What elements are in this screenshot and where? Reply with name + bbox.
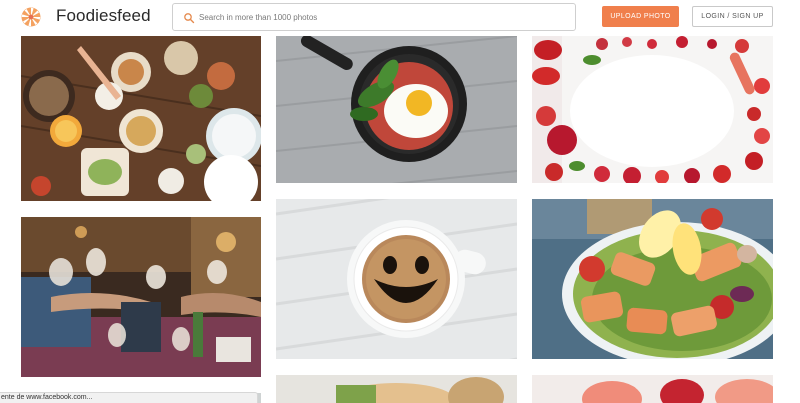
photo-tile-salmon-salad[interactable]	[532, 199, 773, 359]
logo-icon[interactable]	[21, 7, 41, 27]
salmon-salad-photo	[532, 199, 773, 359]
browser-status-bar: ente de www.facebook.com...	[0, 392, 258, 403]
search-input[interactable]	[199, 8, 569, 26]
login-signup-button[interactable]: LOGIN / SIGN UP	[692, 6, 773, 27]
dining-table-photo	[21, 36, 261, 201]
photo-tile-partial-grapefruit[interactable]	[532, 375, 773, 403]
photo-tile-skillet-egg[interactable]	[276, 36, 517, 183]
search-box[interactable]	[172, 3, 576, 31]
grapefruit-photo	[532, 375, 773, 403]
berry-frame-photo	[532, 36, 773, 183]
top-header: Foodiesfeed UPLOAD PHOTO LOGIN / SIGN UP	[0, 0, 800, 36]
smiling-coffee-photo	[276, 199, 517, 359]
photo-tile-wine-toast[interactable]	[21, 217, 261, 377]
photo-tile-partial-bread[interactable]	[276, 375, 517, 403]
photo-tile-dining-table[interactable]	[21, 36, 261, 201]
photo-tile-smiling-coffee[interactable]	[276, 199, 517, 359]
search-icon	[183, 11, 195, 24]
skillet-egg-photo	[276, 36, 517, 183]
upload-photo-button[interactable]: UPLOAD PHOTO	[602, 6, 679, 27]
bread-photo	[276, 375, 517, 403]
brand-name[interactable]: Foodiesfeed	[56, 6, 151, 26]
photo-tile-berry-frame[interactable]	[532, 36, 773, 183]
wine-toast-photo	[21, 217, 261, 377]
